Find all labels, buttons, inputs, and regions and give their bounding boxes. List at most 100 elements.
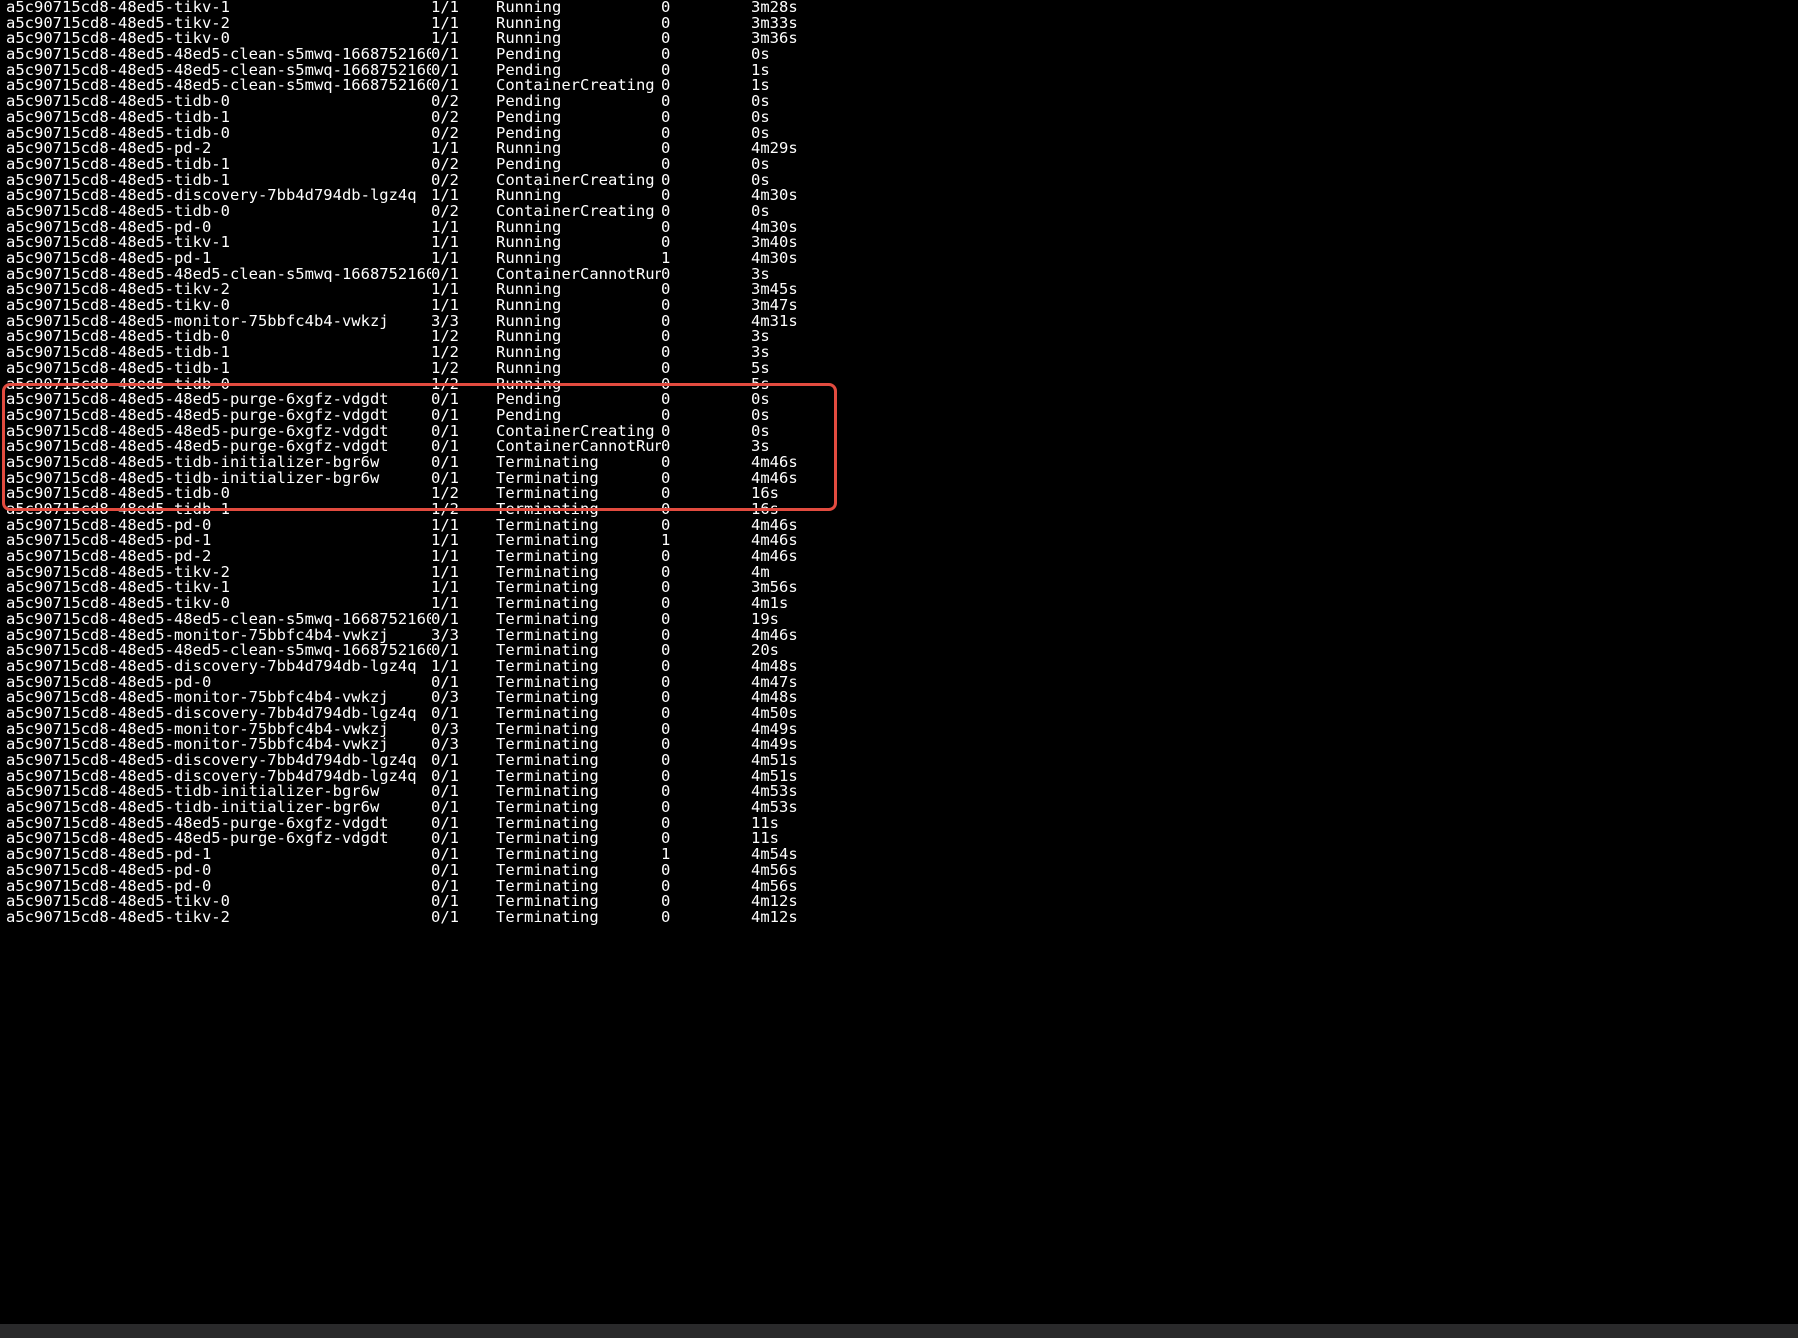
pod-row: a5c90715cd8-48ed5-discovery-7bb4d794db-l… (6, 188, 1792, 204)
pod-status: Terminating (496, 643, 661, 659)
pod-name: a5c90715cd8-48ed5-tidb-1 (6, 361, 431, 377)
pod-row: a5c90715cd8-48ed5-pd-11/1Running14m30s (6, 251, 1792, 267)
pod-row: a5c90715cd8-48ed5-tidb-10/2Pending00s (6, 110, 1792, 126)
pod-status: Terminating (496, 706, 661, 722)
pod-status: Terminating (496, 533, 661, 549)
pod-status: Terminating (496, 784, 661, 800)
pod-status: Terminating (496, 879, 661, 895)
pod-ready: 1/1 (431, 580, 496, 596)
pod-restarts: 0 (661, 126, 751, 142)
pod-name: a5c90715cd8-48ed5-tidb-0 (6, 377, 431, 393)
pod-ready: 0/1 (431, 643, 496, 659)
pod-status: Running (496, 282, 661, 298)
pod-restarts: 0 (661, 471, 751, 487)
pod-row: a5c90715cd8-48ed5-tidb-11/2Running03s (6, 345, 1792, 361)
pod-ready: 0/1 (431, 408, 496, 424)
pod-status: Terminating (496, 628, 661, 644)
pod-status: Terminating (496, 659, 661, 675)
pod-restarts: 0 (661, 879, 751, 895)
pod-name: a5c90715cd8-48ed5-tikv-0 (6, 596, 431, 612)
pod-status: Terminating (496, 455, 661, 471)
pod-ready: 1/1 (431, 518, 496, 534)
pod-name: a5c90715cd8-48ed5-monitor-75bbfc4b4-vwkz… (6, 314, 431, 330)
pod-restarts: 0 (661, 675, 751, 691)
terminal-output[interactable]: a5c90715cd8-48ed5-tikv-11/1Running03m28s… (0, 0, 1798, 936)
pod-restarts: 0 (661, 690, 751, 706)
pod-name: a5c90715cd8-48ed5-tidb-initializer-bgr6w (6, 455, 431, 471)
pod-row: a5c90715cd8-48ed5-tidb-initializer-bgr6w… (6, 471, 1792, 487)
pod-name: a5c90715cd8-48ed5-pd-0 (6, 220, 431, 236)
pod-status: Running (496, 377, 661, 393)
pod-age: 4m48s (751, 659, 871, 675)
pod-row: a5c90715cd8-48ed5-48ed5-clean-s5mwq-1668… (6, 643, 1792, 659)
pod-age: 4m56s (751, 863, 871, 879)
pod-status: Running (496, 314, 661, 330)
pod-status: Running (496, 220, 661, 236)
pod-name: a5c90715cd8-48ed5-discovery-7bb4d794db-l… (6, 188, 431, 204)
pod-row: a5c90715cd8-48ed5-48ed5-clean-s5mwq-1668… (6, 63, 1792, 79)
pod-row: a5c90715cd8-48ed5-tidb-10/2Pending00s (6, 157, 1792, 173)
pod-ready: 0/1 (431, 439, 496, 455)
pod-ready: 0/1 (431, 784, 496, 800)
pod-ready: 1/1 (431, 16, 496, 32)
pod-ready: 1/2 (431, 329, 496, 345)
pod-name: a5c90715cd8-48ed5-monitor-75bbfc4b4-vwkz… (6, 722, 431, 738)
pod-restarts: 0 (661, 486, 751, 502)
pod-name: a5c90715cd8-48ed5-discovery-7bb4d794db-l… (6, 769, 431, 785)
pod-ready: 1/1 (431, 565, 496, 581)
pod-restarts: 0 (661, 282, 751, 298)
pod-row: a5c90715cd8-48ed5-tidb-01/2Terminating01… (6, 486, 1792, 502)
pod-name: a5c90715cd8-48ed5-tikv-2 (6, 910, 431, 926)
pod-status: Terminating (496, 831, 661, 847)
pod-name: a5c90715cd8-48ed5-pd-1 (6, 847, 431, 863)
pod-status: Pending (496, 157, 661, 173)
pod-status: Pending (496, 47, 661, 63)
pod-row: a5c90715cd8-48ed5-48ed5-purge-6xgfz-vdgd… (6, 392, 1792, 408)
pod-age: 3s (751, 267, 871, 283)
pod-restarts: 0 (661, 298, 751, 314)
pod-status: Terminating (496, 486, 661, 502)
pod-ready: 0/1 (431, 63, 496, 79)
pod-name: a5c90715cd8-48ed5-tidb-0 (6, 329, 431, 345)
pod-restarts: 0 (661, 173, 751, 189)
pod-status: Terminating (496, 863, 661, 879)
pod-age: 4m46s (751, 518, 871, 534)
pod-row: a5c90715cd8-48ed5-tidb-10/2ContainerCrea… (6, 173, 1792, 189)
pod-name: a5c90715cd8-48ed5-48ed5-purge-6xgfz-vdgd… (6, 408, 431, 424)
pod-age: 4m46s (751, 628, 871, 644)
pod-name: a5c90715cd8-48ed5-tikv-0 (6, 31, 431, 47)
pod-status: Terminating (496, 471, 661, 487)
pod-ready: 0/2 (431, 204, 496, 220)
pod-ready: 1/2 (431, 502, 496, 518)
pod-status: Terminating (496, 894, 661, 910)
pod-name: a5c90715cd8-48ed5-tikv-2 (6, 16, 431, 32)
pod-restarts: 0 (661, 800, 751, 816)
pod-name: a5c90715cd8-48ed5-48ed5-purge-6xgfz-vdgd… (6, 831, 431, 847)
pod-status: Terminating (496, 847, 661, 863)
pod-name: a5c90715cd8-48ed5-pd-0 (6, 879, 431, 895)
pod-age: 0s (751, 392, 871, 408)
pod-row: a5c90715cd8-48ed5-tikv-01/1Running03m36s (6, 31, 1792, 47)
pod-age: 4m56s (751, 879, 871, 895)
pod-status: Terminating (496, 596, 661, 612)
pod-row: a5c90715cd8-48ed5-discovery-7bb4d794db-l… (6, 706, 1792, 722)
pod-row: a5c90715cd8-48ed5-discovery-7bb4d794db-l… (6, 659, 1792, 675)
pod-age: 4m50s (751, 706, 871, 722)
pod-ready: 0/2 (431, 157, 496, 173)
pod-status: Terminating (496, 675, 661, 691)
pod-name: a5c90715cd8-48ed5-48ed5-clean-s5mwq-1668… (6, 47, 431, 63)
pod-ready: 1/1 (431, 282, 496, 298)
pod-restarts: 1 (661, 533, 751, 549)
pod-ready: 0/1 (431, 863, 496, 879)
pod-row: a5c90715cd8-48ed5-tikv-20/1Terminating04… (6, 910, 1792, 926)
pod-age: 4m46s (751, 533, 871, 549)
pod-status: Running (496, 251, 661, 267)
pod-status: Terminating (496, 816, 661, 832)
pod-restarts: 0 (661, 628, 751, 644)
pod-age: 0s (751, 110, 871, 126)
statusbar (0, 1324, 1798, 1338)
pod-row: a5c90715cd8-48ed5-pd-00/1Terminating04m5… (6, 863, 1792, 879)
pod-restarts: 0 (661, 141, 751, 157)
pod-age: 4m48s (751, 690, 871, 706)
pod-restarts: 0 (661, 31, 751, 47)
